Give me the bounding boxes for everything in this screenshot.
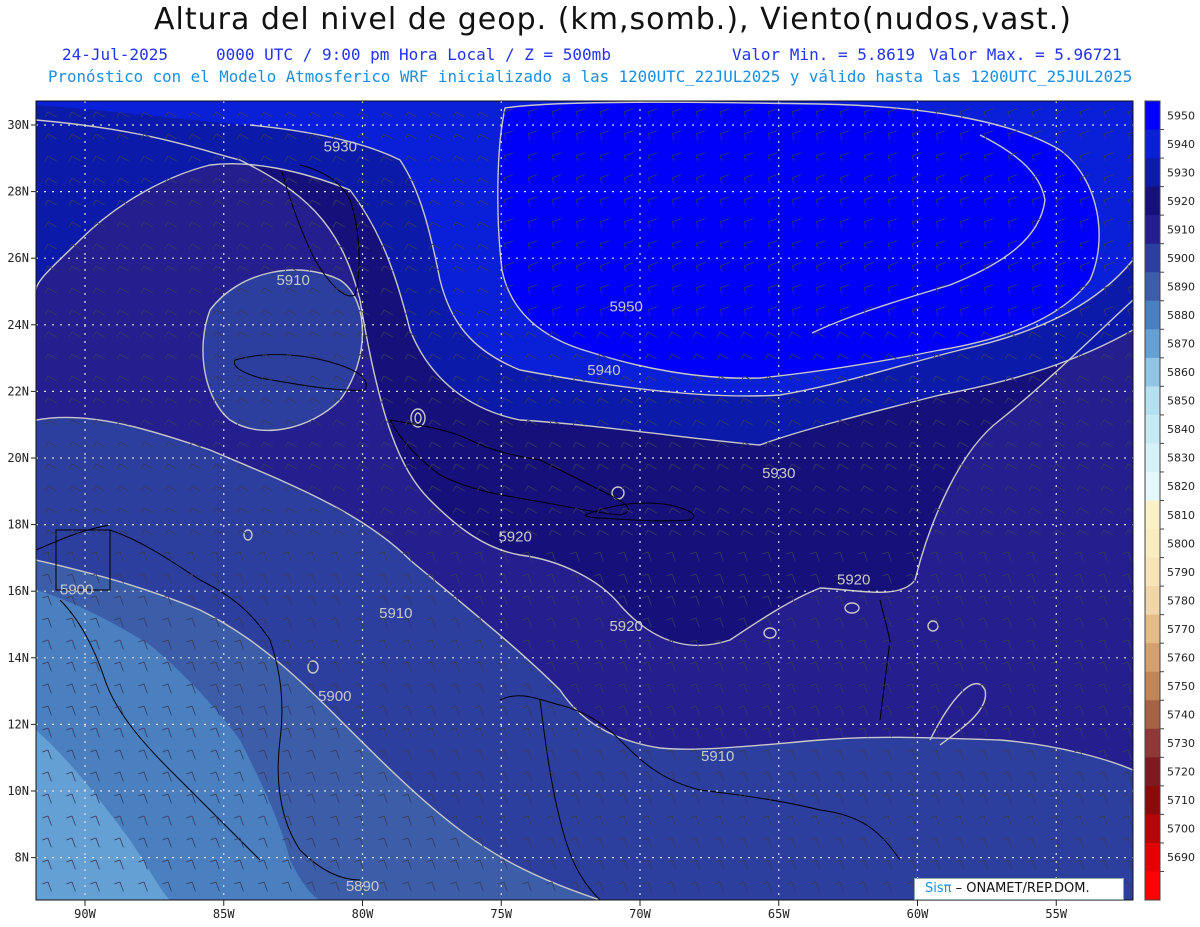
colorbar: 5950 5940 5930 5920 5910 5900 5890 5880 5870 5860… xyxy=(1144,100,1195,901)
colorbar-label: 5890 xyxy=(1167,280,1195,293)
colorbar-swatch xyxy=(1145,300,1160,330)
colorbar-label: 5770 xyxy=(1167,623,1195,636)
colorbar-label: 5950 xyxy=(1167,109,1195,122)
lat-label: 16N xyxy=(7,584,29,598)
latitude-labels: 30N 28N 26N 24N 22N 20N 18N 16N 14N 12N 10N 8N xyxy=(7,118,36,865)
colorbar-label: 5710 xyxy=(1167,794,1195,807)
colorbar-swatch xyxy=(1145,785,1160,815)
colorbar-swatch xyxy=(1145,158,1160,188)
colorbar-label: 5900 xyxy=(1167,252,1195,265)
lat-label: 20N xyxy=(7,451,29,465)
lon-label: 75W xyxy=(490,907,512,921)
colorbar-swatch xyxy=(1145,814,1160,844)
colorbar-swatch xyxy=(1145,101,1160,131)
longitude-labels: 90W 85W 80W 75W 70W 65W 60W 55W xyxy=(74,900,1068,921)
contour-label: 5910 xyxy=(701,748,734,765)
lat-label: 28N xyxy=(7,185,29,199)
contour-label: 5890 xyxy=(346,878,379,895)
colorbar-label: 5780 xyxy=(1167,594,1195,607)
contour-label: 5930 xyxy=(324,139,357,156)
colorbar-label: 5800 xyxy=(1167,537,1195,550)
lat-label: 10N xyxy=(7,784,29,798)
colorbar-swatch xyxy=(1145,757,1160,787)
lon-label: 85W xyxy=(213,907,235,921)
colorbar-label: 5920 xyxy=(1167,195,1195,208)
lon-label: 60W xyxy=(907,907,929,921)
colorbar-label: 5930 xyxy=(1167,166,1195,179)
contour-label: 5910 xyxy=(379,605,412,622)
colorbar-swatch xyxy=(1145,700,1160,730)
colorbar-swatch xyxy=(1145,443,1160,473)
colorbar-label: 5820 xyxy=(1167,480,1195,493)
contour-label: 5920 xyxy=(837,572,870,589)
credit-text: – ONAMET/REP.DOM. xyxy=(955,881,1090,896)
colorbar-swatch xyxy=(1145,414,1160,444)
colorbar-swatch xyxy=(1145,643,1160,673)
colorbar-swatch xyxy=(1145,671,1160,701)
colorbar-label: 5760 xyxy=(1167,651,1195,664)
lat-label: 18N xyxy=(7,518,29,532)
lat-label: 30N xyxy=(7,118,29,132)
contour-label: 5930 xyxy=(762,465,795,482)
lon-label: 90W xyxy=(74,907,96,921)
colorbar-swatch xyxy=(1145,471,1160,501)
colorbar-label: 5720 xyxy=(1167,766,1195,779)
lat-label: 22N xyxy=(7,384,29,398)
colorbar-swatch xyxy=(1145,386,1160,416)
lon-label: 70W xyxy=(629,907,651,921)
colorbar-label: 5830 xyxy=(1167,452,1195,465)
credit-box: Sisπ – ONAMET/REP.DOM. xyxy=(914,878,1124,900)
contour-label: 5900 xyxy=(318,688,351,705)
colorbar-swatch xyxy=(1145,215,1160,245)
colorbar-label: 5870 xyxy=(1167,338,1195,351)
colorbar-label: 5910 xyxy=(1167,223,1195,236)
colorbar-swatch xyxy=(1145,728,1160,758)
contour-label: 5920 xyxy=(498,528,531,545)
colorbar-swatch xyxy=(1145,272,1160,302)
colorbar-label: 5700 xyxy=(1167,823,1195,836)
colorbar-label: 5940 xyxy=(1167,138,1195,151)
lat-label: 12N xyxy=(7,717,29,731)
lon-label: 65W xyxy=(768,907,790,921)
contour-label: 5950 xyxy=(609,298,642,315)
contour-label: 5940 xyxy=(587,362,620,379)
lon-label: 80W xyxy=(352,907,374,921)
lat-label: 14N xyxy=(7,651,29,665)
contour-label: 5900 xyxy=(60,582,93,599)
colorbar-swatch xyxy=(1145,186,1160,216)
lon-label: 55W xyxy=(1045,907,1067,921)
colorbar-swatch xyxy=(1145,842,1160,872)
lat-label: 24N xyxy=(7,318,29,332)
colorbar-swatch xyxy=(1145,329,1160,359)
colorbar-label: 5740 xyxy=(1167,709,1195,722)
colorbar-swatch xyxy=(1145,500,1160,530)
sispi-logo: Sisπ xyxy=(925,881,952,896)
contour-label: 5920 xyxy=(609,618,642,635)
colorbar-label: 5750 xyxy=(1167,680,1195,693)
colorbar-label: 5850 xyxy=(1167,395,1195,408)
colorbar-swatch xyxy=(1145,557,1160,587)
geopotential-map: 5930 5950 5940 5910 5930 5920 5920 5920 5910 5900… xyxy=(7,100,1195,921)
lat-label: 8N xyxy=(15,851,29,865)
colorbar-swatch xyxy=(1145,586,1160,616)
colorbar-label: 5810 xyxy=(1167,509,1195,522)
lat-label: 26N xyxy=(7,251,29,265)
colorbar-swatch xyxy=(1145,357,1160,387)
colorbar-swatch xyxy=(1145,243,1160,273)
colorbar-label: 5880 xyxy=(1167,309,1195,322)
colorbar-swatch xyxy=(1145,871,1160,901)
colorbar-label: 5790 xyxy=(1167,566,1195,579)
colorbar-label: 5730 xyxy=(1167,737,1195,750)
colorbar-swatch xyxy=(1145,529,1160,559)
colorbar-swatch xyxy=(1145,614,1160,644)
colorbar-swatch xyxy=(1145,129,1160,159)
colorbar-label: 5860 xyxy=(1167,366,1195,379)
colorbar-label: 5690 xyxy=(1167,851,1195,864)
colorbar-label: 5840 xyxy=(1167,423,1195,436)
contour-label: 5910 xyxy=(276,272,309,289)
